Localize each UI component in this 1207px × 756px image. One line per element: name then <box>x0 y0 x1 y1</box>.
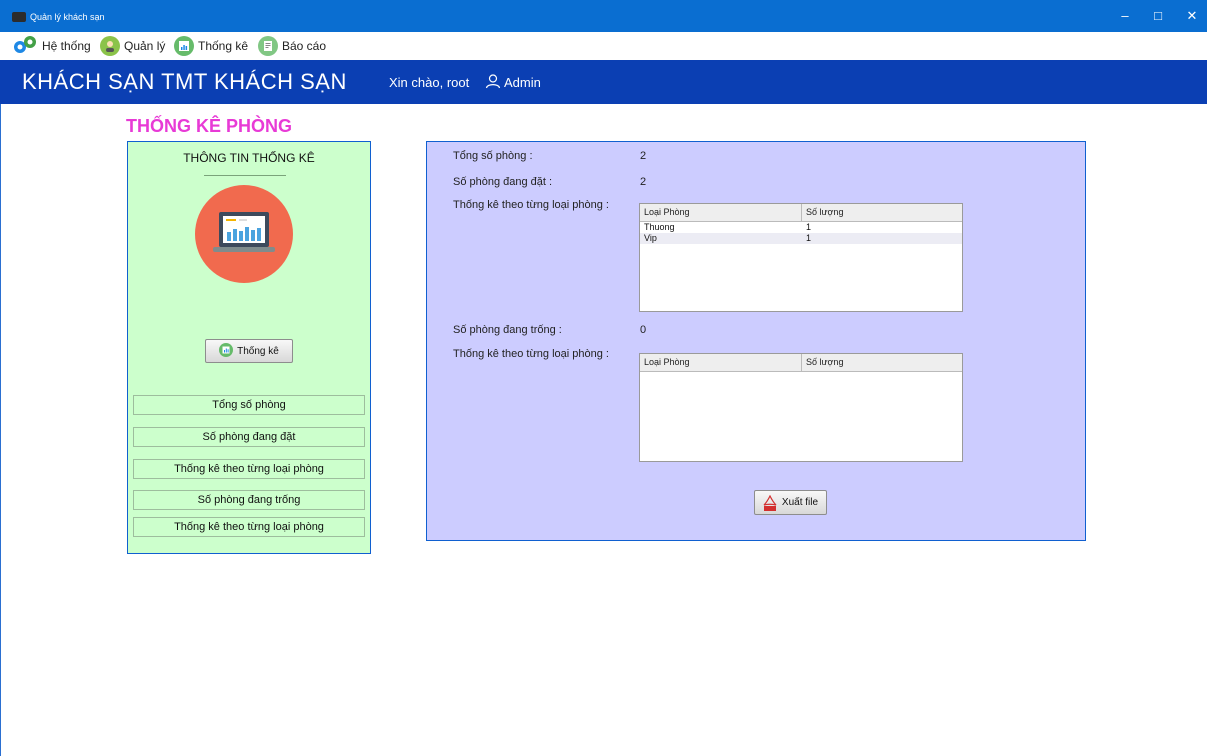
table-cell: 1 <box>806 222 812 232</box>
user-icon <box>485 73 501 89</box>
booked-rooms-table: Loại Phòng Số lượng Thuong 1 Vip 1 <box>639 203 963 312</box>
laptop-chart-icon <box>195 185 293 283</box>
greeting-text: Xin chào, root <box>389 75 470 90</box>
table-row[interactable]: Thuong 1 <box>640 222 962 233</box>
booked-by-type-label: Thống kê theo từng loại phòng : <box>453 199 609 211</box>
menu-quan-ly[interactable]: Quản lý <box>100 32 165 60</box>
nav-booked-by-type[interactable]: Thống kê theo từng loại phòng <box>133 459 365 479</box>
menu-label: Báo cáo <box>282 39 327 53</box>
nav-booked-rooms[interactable]: Số phòng đang đặt <box>133 427 365 447</box>
vacant-rooms-table: Loại Phòng Số lượng <box>639 353 963 462</box>
close-button[interactable]: ✕ <box>1182 8 1202 24</box>
page-title: THỐNG KÊ PHÒNG <box>126 116 293 136</box>
system-settings-icon <box>12 34 38 59</box>
manager-person-icon <box>100 36 120 56</box>
menu-label: Quản lý <box>124 39 166 53</box>
nav-vacant-rooms[interactable]: Số phòng đang trống <box>133 490 365 510</box>
button-label: Xuất file <box>781 497 819 508</box>
divider <box>204 175 286 176</box>
table-header: Loại Phòng Số lượng <box>640 354 962 372</box>
nav-vacant-by-type[interactable]: Thống kê theo từng loại phòng <box>133 517 365 537</box>
statistics-button[interactable]: Thống kê <box>205 339 293 363</box>
panel-heading: THÔNG TIN THỐNG KÊ <box>183 151 315 165</box>
table-header: Loại Phòng Số lượng <box>640 204 962 222</box>
menu-he-thong[interactable]: Hệ thống <box>12 32 91 60</box>
column-header[interactable]: Số lượng <box>802 204 843 221</box>
window-border <box>0 104 1 756</box>
button-label: Thống kê <box>237 345 279 357</box>
column-header[interactable]: Loại Phòng <box>640 204 802 221</box>
stats-info-panel: THÔNG TIN THỐNG KÊ Thống kê Tổng số phòn… <box>127 141 371 554</box>
export-file-button[interactable]: Xuất file <box>754 490 827 515</box>
app-icon <box>12 12 26 22</box>
report-document-icon <box>258 36 278 56</box>
window-titlebar: Quản lý khách sạn – □ ✕ <box>0 0 1207 32</box>
vacant-rooms-label: Số phòng đang trống : <box>453 324 562 336</box>
column-header[interactable]: Loại Phòng <box>640 354 802 371</box>
nav-total-rooms[interactable]: Tổng số phòng <box>133 395 365 415</box>
vacant-rooms-value: 0 <box>640 324 647 336</box>
menu-label: Hệ thống <box>42 39 91 53</box>
total-rooms-value: 2 <box>640 150 647 162</box>
table-row[interactable]: Vip 1 <box>640 233 962 244</box>
table-cell: Vip <box>644 233 657 243</box>
vacant-by-type-label: Thống kê theo từng loại phòng : <box>453 348 609 360</box>
header-banner: KHÁCH SẠN TMT KHÁCH SẠN Xin chào, root A… <box>0 60 1207 104</box>
hotel-name: KHÁCH SẠN TMT KHÁCH SẠN <box>22 69 347 94</box>
table-cell: Thuong <box>644 222 675 232</box>
column-header[interactable]: Số lượng <box>802 354 843 371</box>
statistics-chart-icon <box>219 342 234 360</box>
booked-rooms-value: 2 <box>640 176 647 188</box>
window-title: Quản lý khách sạn <box>30 12 105 22</box>
pdf-icon <box>763 494 777 511</box>
menu-thong-ke[interactable]: Thống kê <box>174 32 248 60</box>
booked-rooms-label: Số phòng đang đặt : <box>453 176 553 188</box>
stats-detail-panel: Tổng số phòng : 2 Số phòng đang đặt : 2 … <box>426 141 1086 541</box>
menu-bao-cao[interactable]: Báo cáo <box>258 32 326 60</box>
maximize-button[interactable]: □ <box>1148 8 1168 23</box>
minimize-button[interactable]: – <box>1115 8 1135 23</box>
menubar: Hệ thống Quản lý Thống kê Báo cáo <box>0 32 1207 60</box>
table-cell: 1 <box>806 233 812 243</box>
total-rooms-label: Tổng số phòng : <box>453 150 533 162</box>
menu-label: Thống kê <box>198 39 249 53</box>
statistics-chart-icon <box>174 36 194 56</box>
user-role: Admin <box>504 75 541 90</box>
